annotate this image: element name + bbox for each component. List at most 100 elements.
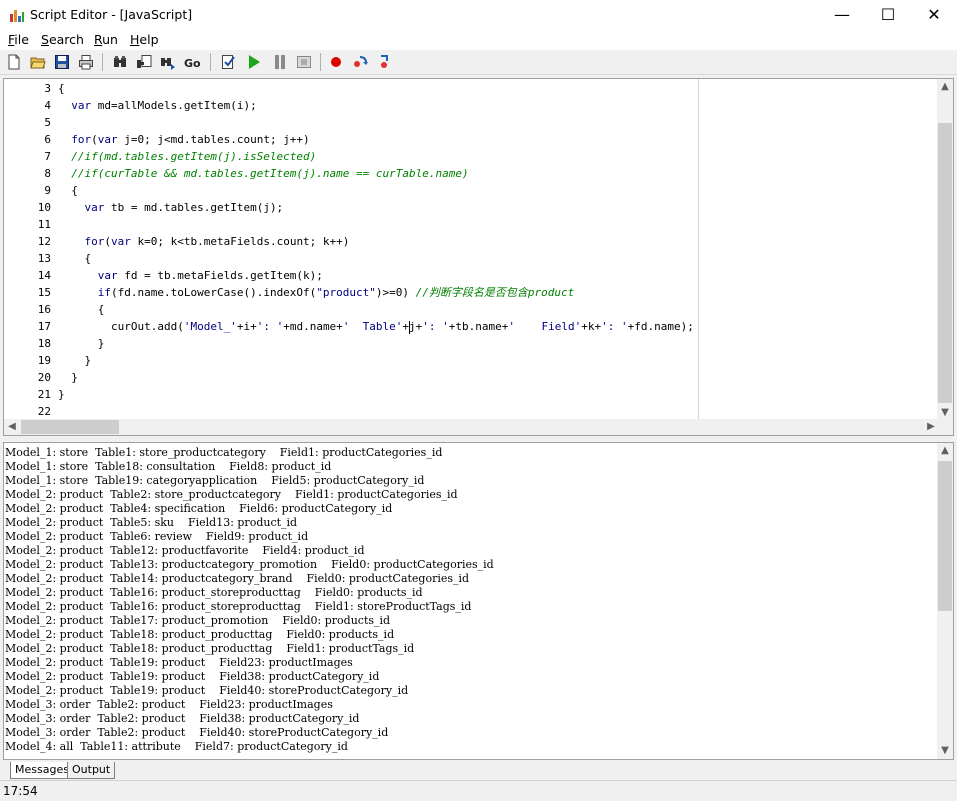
open-folder-icon[interactable]	[30, 54, 46, 70]
goto-icon[interactable]: Go	[184, 54, 200, 70]
code-token: {	[58, 252, 92, 265]
code-text: }	[58, 352, 91, 369]
minimize-button[interactable]: —	[819, 0, 865, 30]
menu-file-label: ile	[14, 32, 29, 47]
right-margin-guide	[698, 79, 699, 421]
step-into-icon[interactable]	[352, 54, 368, 70]
stop-icon[interactable]	[296, 54, 312, 70]
output-line: Model_2: product Table16: product_storep…	[5, 600, 472, 613]
code-token: tb = md.tables.getItem(j);	[104, 201, 284, 214]
line-number: 14	[37, 269, 51, 282]
code-text: }	[58, 386, 65, 403]
pane-tabs: Messages Output	[0, 760, 957, 780]
code-token: ' Table'	[342, 320, 403, 333]
code-token: +md.name+	[283, 320, 343, 333]
code-token: for	[84, 235, 105, 248]
code-text: var tb = md.tables.getItem(j);	[58, 199, 284, 216]
line-number: 6	[44, 133, 51, 146]
line-number: 22	[37, 405, 51, 418]
line-number: 16	[37, 303, 51, 316]
menu-help[interactable]: Help	[130, 32, 159, 47]
code-text: //if(curTable && md.tables.getItem(j).na…	[58, 165, 468, 182]
line-number: 13	[37, 252, 51, 265]
code-token: (	[91, 133, 98, 146]
breakpoint-icon[interactable]	[328, 54, 344, 70]
code-token: var	[97, 269, 118, 282]
editor-vertical-scrollbar[interactable]: ▲ ▼	[937, 79, 953, 421]
editor-hscroll-thumb[interactable]	[21, 420, 119, 434]
scroll-up-icon[interactable]: ▲	[937, 443, 953, 459]
output-line: Model_2: product Table13: productcategor…	[5, 558, 494, 571]
editor-vscroll-thumb[interactable]	[938, 123, 952, 403]
line-number: 9	[44, 184, 51, 197]
code-token: //if(md.tables.getItem(j).isSelected)	[71, 150, 317, 163]
scroll-up-icon[interactable]: ▲	[937, 79, 953, 95]
maximize-button[interactable]: ☐	[865, 0, 911, 30]
output-line: Model_3: order Table2: product Field40: …	[5, 726, 389, 739]
code-token: fd = tb.metaFields.getItem(k);	[117, 269, 323, 282]
code-token: var	[71, 99, 92, 112]
code-text: }	[58, 335, 105, 352]
code-text: for(var j=0; j<md.tables.count; j++)	[58, 131, 309, 148]
output-text-area[interactable]: Model_1: store Table1: store_productcate…	[4, 443, 939, 759]
editor-horizontal-scrollbar[interactable]: ◀ ▶	[4, 419, 939, 435]
output-line: Model_4: all Table11: attribute Field7: …	[5, 740, 348, 753]
find-replace-icon[interactable]	[136, 54, 152, 70]
code-token: {	[58, 184, 78, 197]
save-icon[interactable]	[54, 54, 70, 70]
code-token: +fd.name);	[627, 320, 694, 333]
new-file-icon[interactable]	[6, 54, 22, 70]
scroll-down-icon[interactable]: ▼	[937, 743, 953, 759]
title-bar: Script Editor - [JavaScript] — ☐ ✕	[0, 0, 957, 30]
code-token: +k+	[581, 320, 602, 333]
output-line: Model_2: product Table18: product_produc…	[5, 642, 415, 655]
close-button[interactable]: ✕	[911, 0, 957, 30]
run-icon[interactable]	[246, 54, 262, 70]
maximize-icon: ☐	[880, 5, 896, 24]
code-token: {	[58, 303, 105, 316]
code-text: var fd = tb.metaFields.getItem(k);	[58, 267, 323, 284]
code-token: curOut.add(	[58, 320, 184, 333]
line-number: 11	[37, 218, 51, 231]
tab-messages[interactable]: Messages	[10, 762, 74, 779]
code-token: }	[58, 354, 92, 367]
code-token: ' Field'	[508, 320, 582, 333]
line-number: 18	[37, 337, 51, 350]
output-line: Model_2: product Table12: productfavorit…	[5, 544, 365, 557]
code-token: var	[111, 235, 131, 248]
code-text: {	[58, 301, 105, 318]
menu-run-accel: R	[94, 32, 103, 47]
code-editor[interactable]: 3{4 var md=allModels.getItem(i); 5 6 for(v…	[3, 78, 954, 436]
menu-search[interactable]: Search	[41, 32, 84, 47]
output-vscroll-thumb[interactable]	[938, 461, 952, 611]
status-bar: 17:54	[0, 780, 957, 801]
scroll-left-icon[interactable]: ◀	[4, 419, 20, 435]
menu-file[interactable]: File	[8, 32, 29, 47]
code-token: //判断字段名是否包含product	[415, 286, 575, 299]
menu-run[interactable]: Run	[94, 32, 118, 47]
line-number: 8	[44, 167, 51, 180]
toolbar-separator	[320, 53, 321, 71]
output-line: Model_2: product Table6: review Field9: …	[5, 530, 309, 543]
output-vertical-scrollbar[interactable]: ▲ ▼	[937, 443, 953, 759]
code-text: }	[58, 369, 78, 386]
code-area[interactable]: 3{4 var md=allModels.getItem(i); 5 6 for(v…	[4, 79, 939, 421]
tab-output[interactable]: Output	[67, 762, 116, 779]
menu-help-label: elp	[139, 32, 159, 47]
close-icon: ✕	[927, 5, 941, 24]
find-next-icon[interactable]	[160, 54, 176, 70]
code-token: "product"	[316, 286, 376, 299]
output-line: Model_1: store Table18: consultation Fie…	[5, 460, 332, 473]
code-token: if	[97, 286, 111, 299]
output-pane[interactable]: Model_1: store Table1: store_productcate…	[3, 442, 954, 760]
find-icon[interactable]	[112, 54, 128, 70]
step-over-icon[interactable]	[376, 54, 392, 70]
line-number: 7	[44, 150, 51, 163]
pause-icon[interactable]	[272, 54, 288, 70]
code-token: }	[58, 371, 78, 384]
minimize-icon: —	[834, 5, 850, 24]
check-script-icon[interactable]	[220, 54, 236, 70]
print-icon[interactable]	[78, 54, 94, 70]
output-line: Model_3: order Table2: product Field23: …	[5, 698, 333, 711]
